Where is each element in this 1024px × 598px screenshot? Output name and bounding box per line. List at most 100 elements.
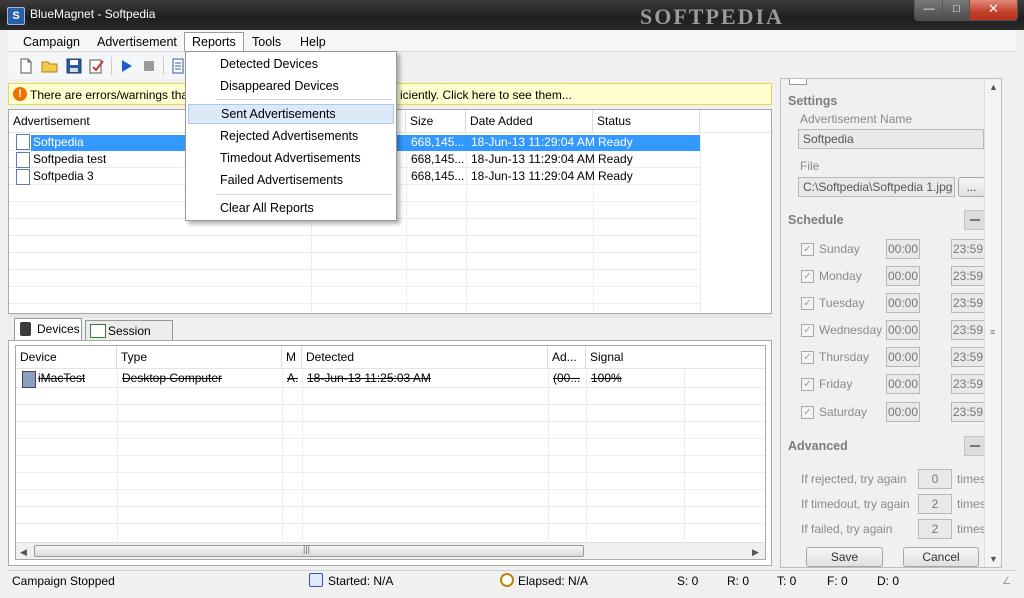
open-button[interactable] bbox=[41, 57, 59, 75]
wednesday-checkbox[interactable]: ✓ bbox=[801, 324, 814, 337]
end-time-field[interactable]: 23:59 bbox=[951, 266, 985, 286]
tab-devices[interactable]: Devices bbox=[14, 318, 82, 341]
edit-button[interactable] bbox=[88, 57, 106, 75]
folder-icon bbox=[41, 61, 58, 73]
end-time-field[interactable]: 23:59 bbox=[951, 402, 985, 422]
grip-icon: ≡ bbox=[990, 327, 996, 337]
menu-advertisement[interactable]: Advertisement bbox=[90, 33, 184, 51]
column-header-type[interactable]: Type bbox=[117, 346, 282, 368]
splitter[interactable] bbox=[8, 314, 772, 318]
ad-name-field[interactable]: Softpedia bbox=[798, 129, 984, 149]
day-label: Saturday bbox=[819, 405, 868, 419]
rejected-count: R: 0 bbox=[727, 574, 750, 588]
start-time-field[interactable]: 00:00 bbox=[886, 239, 920, 259]
sunday-checkbox[interactable]: ✓ bbox=[801, 243, 814, 256]
column-header-signal[interactable]: Signal bbox=[586, 346, 765, 368]
collapse-schedule-button[interactable] bbox=[964, 210, 986, 230]
close-button[interactable]: ✕ bbox=[969, 0, 1018, 21]
grip-icon: ||| bbox=[303, 544, 311, 554]
warning-text-left: There are errors/warnings that n bbox=[30, 88, 202, 102]
end-time-field[interactable]: 23:59 bbox=[951, 374, 985, 394]
log-grid-icon bbox=[90, 324, 106, 338]
scroll-right-icon[interactable]: ▶ bbox=[752, 547, 759, 558]
resize-grip-icon[interactable]: ∠ bbox=[1002, 576, 1011, 587]
new-button[interactable] bbox=[17, 57, 35, 75]
device-ad: (00... bbox=[553, 371, 581, 385]
file-path-field[interactable]: C:\Softpedia\Softpedia 1.jpg bbox=[798, 177, 955, 197]
retry-rejected-field[interactable]: 0 bbox=[918, 469, 952, 489]
window-title: BlueMagnet - Softpedia bbox=[30, 7, 156, 21]
save-toolbar-button[interactable] bbox=[65, 57, 83, 75]
save-button[interactable]: Save bbox=[806, 547, 883, 567]
end-time-field[interactable]: 23:59 bbox=[951, 239, 985, 259]
column-header-ad[interactable]: Ad... bbox=[548, 346, 586, 368]
monday-checkbox[interactable]: ✓ bbox=[801, 270, 814, 283]
play-icon bbox=[122, 60, 132, 72]
menu-item-failed-advertisements[interactable]: Failed Advertisements bbox=[188, 170, 394, 190]
start-time-field[interactable]: 00:00 bbox=[886, 402, 920, 422]
scroll-down-icon[interactable]: ▼ bbox=[989, 554, 998, 564]
ad-name[interactable]: Softpedia test bbox=[33, 151, 106, 168]
end-time-field[interactable]: 23:59 bbox=[951, 293, 985, 313]
advanced-title: Advanced bbox=[788, 439, 848, 453]
day-label: Wednesday bbox=[819, 323, 883, 337]
browse-button[interactable]: ... bbox=[958, 177, 985, 197]
timedout-count: T: 0 bbox=[777, 574, 797, 588]
friday-checkbox[interactable]: ✓ bbox=[801, 378, 814, 391]
minimize-button[interactable]: — bbox=[914, 0, 944, 21]
times-label: times bbox=[957, 497, 986, 511]
scroll-thumb[interactable]: ||| bbox=[34, 544, 584, 557]
menu-item-rejected-advertisements[interactable]: Rejected Advertisements bbox=[188, 126, 394, 146]
maximize-button[interactable]: □ bbox=[942, 0, 971, 21]
start-time-field[interactable]: 00:00 bbox=[886, 347, 920, 367]
column-header-status[interactable]: Status bbox=[593, 110, 700, 132]
end-time-field[interactable]: 23:59 bbox=[951, 320, 985, 340]
menu-help[interactable]: Help bbox=[293, 33, 333, 51]
menu-bar: Campaign Advertisement Reports Tools Hel… bbox=[8, 30, 1016, 52]
scroll-left-icon[interactable]: ◀ bbox=[20, 547, 27, 558]
vertical-scrollbar[interactable]: ▲ ▼ ≡ bbox=[984, 79, 1001, 567]
column-header-size[interactable]: Size bbox=[406, 110, 466, 132]
menu-item-sent-advertisements[interactable]: Sent Advertisements bbox=[188, 104, 394, 124]
started-status: Started: N/A bbox=[328, 574, 394, 588]
tuesday-checkbox[interactable]: ✓ bbox=[801, 297, 814, 310]
menu-reports[interactable]: Reports bbox=[184, 32, 244, 51]
cancel-button[interactable]: Cancel bbox=[903, 547, 979, 567]
menu-item-disappeared-devices[interactable]: Disappeared Devices bbox=[188, 76, 394, 96]
menu-tools[interactable]: Tools bbox=[245, 33, 288, 51]
device-m: A. bbox=[287, 371, 299, 385]
collapse-advanced-button[interactable] bbox=[964, 436, 986, 456]
start-time-field[interactable]: 00:00 bbox=[886, 374, 920, 394]
menu-item-timedout-advertisements[interactable]: Timedout Advertisements bbox=[188, 148, 394, 168]
column-header-device[interactable]: Device bbox=[16, 346, 117, 368]
column-header-m[interactable]: M bbox=[282, 346, 302, 368]
device-name[interactable]: iMacTest bbox=[38, 370, 85, 387]
tab-session-log[interactable]: Session Log bbox=[85, 320, 173, 359]
menu-item-detected-devices[interactable]: Detected Devices bbox=[188, 54, 394, 74]
menu-item-clear-all-reports[interactable]: Clear All Reports bbox=[188, 198, 394, 218]
start-time-field[interactable]: 00:00 bbox=[886, 266, 920, 286]
ad-name[interactable]: Softpedia 3 bbox=[33, 168, 94, 185]
retry-timedout-field[interactable]: 2 bbox=[918, 494, 952, 514]
column-header-date-added[interactable]: Date Added bbox=[466, 110, 593, 132]
warning-icon: ! bbox=[13, 87, 27, 101]
close-icon: ✕ bbox=[988, 1, 999, 16]
elapsed-status: Elapsed: N/A bbox=[518, 574, 589, 588]
menu-campaign[interactable]: Campaign bbox=[16, 33, 87, 51]
start-time-field[interactable]: 00:00 bbox=[886, 320, 920, 340]
horizontal-scrollbar[interactable]: ◀ ||| ▶ bbox=[16, 542, 765, 559]
saturday-checkbox[interactable]: ✓ bbox=[801, 406, 814, 419]
start-button[interactable] bbox=[117, 57, 135, 75]
column-header-detected[interactable]: Detected bbox=[302, 346, 548, 368]
stopwatch-icon bbox=[500, 573, 514, 587]
start-time-field[interactable]: 00:00 bbox=[886, 293, 920, 313]
stop-button[interactable] bbox=[140, 57, 158, 75]
thursday-checkbox[interactable]: ✓ bbox=[801, 351, 814, 364]
scroll-up-icon[interactable]: ▲ bbox=[989, 82, 998, 92]
retry-failed-field[interactable]: 2 bbox=[918, 519, 952, 539]
ad-status: Ready bbox=[598, 152, 633, 166]
end-time-field[interactable]: 23:59 bbox=[951, 347, 985, 367]
panel-tab[interactable] bbox=[789, 79, 807, 85]
ad-name: Softpedia bbox=[33, 135, 84, 149]
ad-date: 18-Jun-13 11:29:04 AM bbox=[471, 152, 595, 166]
